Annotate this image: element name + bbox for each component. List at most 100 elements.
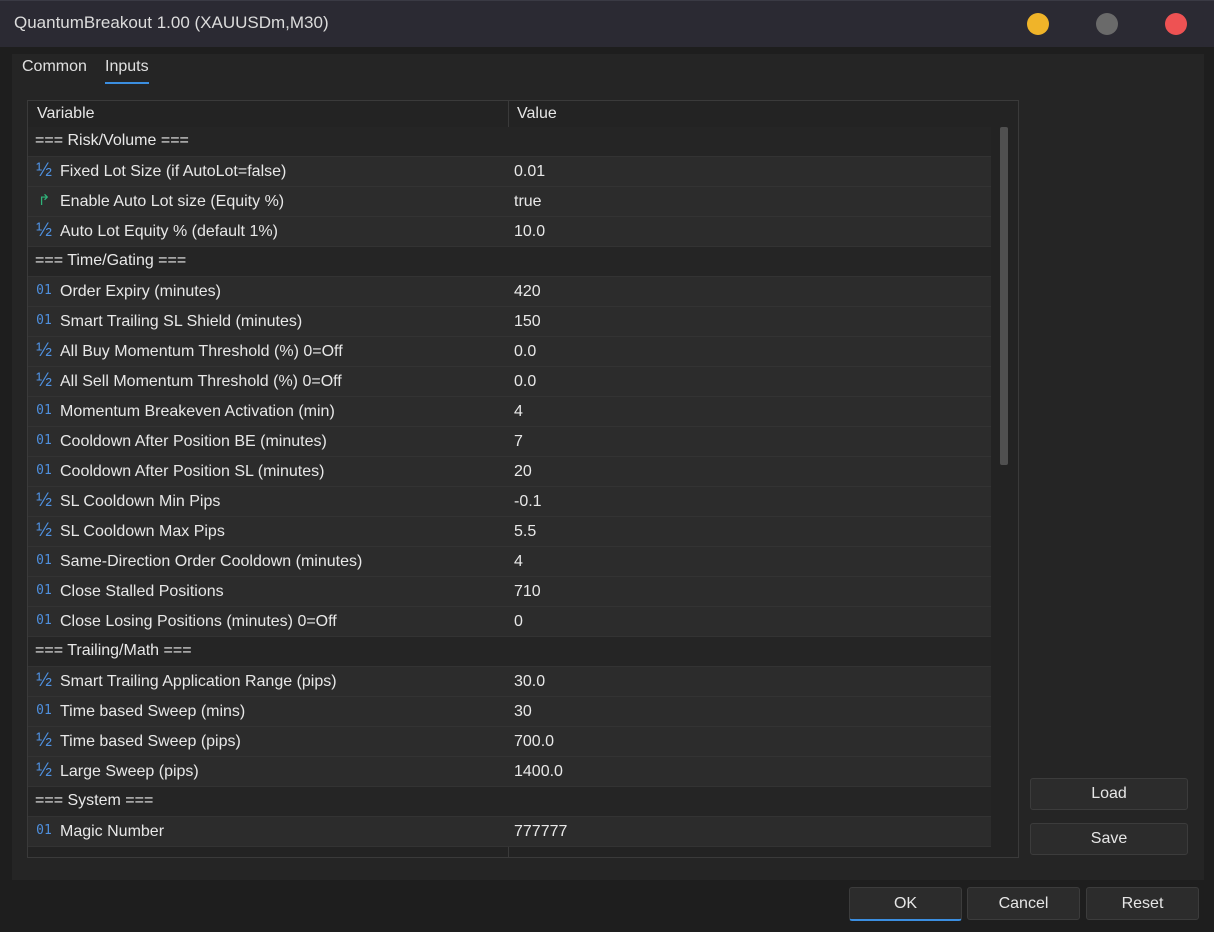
reset-button[interactable]: Reset bbox=[1086, 887, 1199, 920]
section-row[interactable]: === Risk/Volume === bbox=[28, 127, 991, 157]
parameter-value[interactable]: true bbox=[514, 193, 542, 211]
value-cell[interactable]: 0.01 bbox=[509, 157, 991, 186]
parameter-value[interactable]: 1400.0 bbox=[514, 763, 563, 781]
parameter-value[interactable]: 4 bbox=[514, 403, 523, 421]
parameter-value[interactable]: 7 bbox=[514, 433, 523, 451]
vertical-scrollbar[interactable] bbox=[998, 127, 1010, 857]
variable-cell[interactable]: ½ Auto Lot Equity % (default 1%) bbox=[28, 217, 508, 246]
value-cell[interactable] bbox=[509, 127, 991, 156]
parameter-row[interactable]: ½ SL Cooldown Min Pips -0.1 bbox=[28, 487, 991, 517]
minimize-button[interactable] bbox=[1027, 13, 1049, 35]
parameter-value[interactable]: 30.0 bbox=[514, 673, 545, 691]
parameter-row[interactable]: 01 Close Losing Positions (minutes) 0=Off… bbox=[28, 607, 991, 637]
section-row[interactable]: === System === bbox=[28, 787, 991, 817]
variable-cell[interactable]: === System === bbox=[28, 787, 508, 816]
parameter-row[interactable]: 01 Cooldown After Position SL (minutes) 20 bbox=[28, 457, 991, 487]
parameter-value[interactable]: 710 bbox=[514, 583, 541, 601]
value-cell[interactable] bbox=[509, 247, 991, 276]
section-row[interactable]: === Trailing/Math === bbox=[28, 637, 991, 667]
parameter-value[interactable]: 777777 bbox=[514, 823, 567, 841]
parameter-row[interactable]: 01 Cooldown After Position BE (minutes) 7 bbox=[28, 427, 991, 457]
value-cell[interactable]: 710 bbox=[509, 577, 991, 606]
value-cell[interactable]: 20 bbox=[509, 457, 991, 486]
variable-cell[interactable]: === Time/Gating === bbox=[28, 247, 508, 276]
parameter-row[interactable]: ↱ Enable Auto Lot size (Equity %) true bbox=[28, 187, 991, 217]
parameter-row[interactable]: ½ Smart Trailing Application Range (pips)… bbox=[28, 667, 991, 697]
value-cell[interactable]: 150 bbox=[509, 307, 991, 336]
variable-cell[interactable]: ½ SL Cooldown Min Pips bbox=[28, 487, 508, 516]
scrollbar-thumb[interactable] bbox=[1000, 127, 1008, 465]
value-cell[interactable]: 4 bbox=[509, 547, 991, 576]
close-button[interactable] bbox=[1165, 13, 1187, 35]
variable-cell[interactable]: ↱ Enable Auto Lot size (Equity %) bbox=[28, 187, 508, 216]
parameter-value[interactable]: -0.1 bbox=[514, 493, 542, 511]
parameter-row[interactable]: ½ Fixed Lot Size (if AutoLot=false) 0.01 bbox=[28, 157, 991, 187]
value-cell[interactable]: 30.0 bbox=[509, 667, 991, 696]
value-cell[interactable]: 0 bbox=[509, 607, 991, 636]
variable-cell[interactable]: 01 Magic Number bbox=[28, 817, 508, 846]
tab-common[interactable]: Common bbox=[22, 58, 87, 82]
load-button[interactable]: Load bbox=[1030, 778, 1188, 810]
tab-inputs[interactable]: Inputs bbox=[105, 58, 149, 84]
variable-cell[interactable]: 01 Order Expiry (minutes) bbox=[28, 277, 508, 306]
parameter-row[interactable]: ½ Large Sweep (pips) 1400.0 bbox=[28, 757, 991, 787]
variable-cell[interactable]: 01 Momentum Breakeven Activation (min) bbox=[28, 397, 508, 426]
parameter-row[interactable]: 01 Momentum Breakeven Activation (min) 4 bbox=[28, 397, 991, 427]
variable-cell[interactable]: ½ Time based Sweep (pips) bbox=[28, 727, 508, 756]
parameter-value[interactable]: 420 bbox=[514, 283, 541, 301]
parameter-value[interactable]: 0.01 bbox=[514, 163, 545, 181]
variable-cell[interactable]: ½ All Buy Momentum Threshold (%) 0=Off bbox=[28, 337, 508, 366]
parameter-value[interactable]: 0.0 bbox=[514, 343, 536, 361]
variable-cell[interactable]: ½ All Sell Momentum Threshold (%) 0=Off bbox=[28, 367, 508, 396]
parameter-value[interactable]: 5.5 bbox=[514, 523, 536, 541]
value-cell[interactable]: -0.1 bbox=[509, 487, 991, 516]
variable-cell[interactable]: 01 Same-Direction Order Cooldown (minutes… bbox=[28, 547, 508, 576]
value-cell[interactable] bbox=[509, 637, 991, 666]
parameter-row[interactable]: ½ All Buy Momentum Threshold (%) 0=Off 0.0 bbox=[28, 337, 991, 367]
value-cell[interactable]: 30 bbox=[509, 697, 991, 726]
parameter-row[interactable]: 01 Smart Trailing SL Shield (minutes) 150 bbox=[28, 307, 991, 337]
value-cell[interactable]: 420 bbox=[509, 277, 991, 306]
value-cell[interactable] bbox=[509, 787, 991, 816]
value-cell[interactable]: 777777 bbox=[509, 817, 991, 846]
value-cell[interactable]: 10.0 bbox=[509, 217, 991, 246]
value-cell[interactable]: 4 bbox=[509, 397, 991, 426]
variable-cell[interactable]: ½ Large Sweep (pips) bbox=[28, 757, 508, 786]
maximize-button[interactable] bbox=[1096, 13, 1118, 35]
value-cell[interactable]: true bbox=[509, 187, 991, 216]
section-row[interactable]: === Time/Gating === bbox=[28, 247, 991, 277]
value-cell[interactable]: 0.0 bbox=[509, 367, 991, 396]
variable-cell[interactable]: 01 Time based Sweep (mins) bbox=[28, 697, 508, 726]
parameter-value[interactable]: 700.0 bbox=[514, 733, 554, 751]
value-cell[interactable]: 5.5 bbox=[509, 517, 991, 546]
parameter-row[interactable]: 01 Close Stalled Positions 710 bbox=[28, 577, 991, 607]
parameter-row[interactable]: 01 Magic Number 777777 bbox=[28, 817, 991, 847]
parameter-row[interactable]: ½ All Sell Momentum Threshold (%) 0=Off 0.… bbox=[28, 367, 991, 397]
parameter-value[interactable]: 150 bbox=[514, 313, 541, 331]
parameter-row[interactable]: ½ Auto Lot Equity % (default 1%) 10.0 bbox=[28, 217, 991, 247]
parameter-row[interactable]: ½ Time based Sweep (pips) 700.0 bbox=[28, 727, 991, 757]
variable-cell[interactable]: 01 Cooldown After Position BE (minutes) bbox=[28, 427, 508, 456]
variable-cell[interactable]: 01 Close Losing Positions (minutes) 0=Off bbox=[28, 607, 508, 636]
variable-cell[interactable]: 01 Close Stalled Positions bbox=[28, 577, 508, 606]
variable-cell[interactable]: === Risk/Volume === bbox=[28, 127, 508, 156]
parameter-value[interactable]: 4 bbox=[514, 553, 523, 571]
value-cell[interactable]: 700.0 bbox=[509, 727, 991, 756]
variable-cell[interactable]: ½ Fixed Lot Size (if AutoLot=false) bbox=[28, 157, 508, 186]
parameter-value[interactable]: 0.0 bbox=[514, 373, 536, 391]
parameter-row[interactable]: 01 Same-Direction Order Cooldown (minutes… bbox=[28, 547, 991, 577]
save-button[interactable]: Save bbox=[1030, 823, 1188, 855]
parameter-row[interactable]: ½ SL Cooldown Max Pips 5.5 bbox=[28, 517, 991, 547]
column-header-variable[interactable]: Variable bbox=[37, 105, 95, 123]
cancel-button[interactable]: Cancel bbox=[967, 887, 1080, 920]
value-cell[interactable]: 7 bbox=[509, 427, 991, 456]
variable-cell[interactable]: ½ SL Cooldown Max Pips bbox=[28, 517, 508, 546]
parameter-value[interactable]: 0 bbox=[514, 613, 523, 631]
variable-cell[interactable]: === Trailing/Math === bbox=[28, 637, 508, 666]
value-cell[interactable]: 0.0 bbox=[509, 337, 991, 366]
parameter-row[interactable]: 01 Order Expiry (minutes) 420 bbox=[28, 277, 991, 307]
ok-button[interactable]: OK bbox=[849, 887, 962, 921]
variable-cell[interactable]: 01 Smart Trailing SL Shield (minutes) bbox=[28, 307, 508, 336]
parameter-value[interactable]: 30 bbox=[514, 703, 532, 721]
value-cell[interactable]: 1400.0 bbox=[509, 757, 991, 786]
